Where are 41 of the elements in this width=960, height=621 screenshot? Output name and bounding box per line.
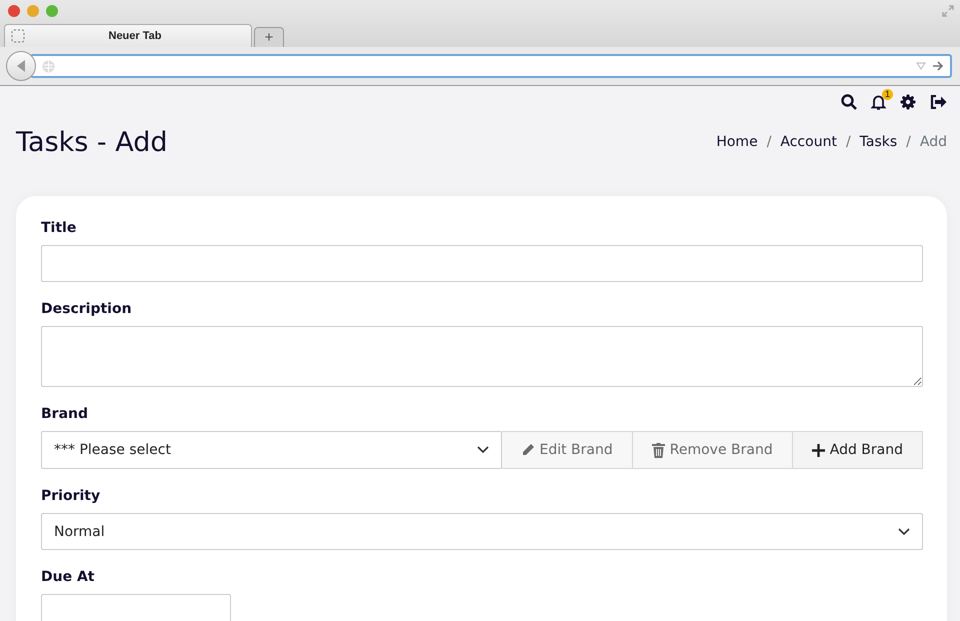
textarea-field[interactable] (41, 326, 923, 387)
breadcrumb-link[interactable]: Account (780, 134, 837, 150)
globe-icon (42, 60, 55, 72)
back-button[interactable] (6, 51, 36, 81)
dropdown-icon[interactable] (916, 62, 926, 70)
brand-action-button[interactable]: Add Brand (792, 431, 923, 469)
plus-icon (812, 444, 825, 456)
blank-page-icon (11, 29, 25, 43)
breadcrumb-separator: / (766, 134, 772, 150)
settings-icon[interactable] (900, 94, 916, 110)
page-title: Tasks - Add (16, 126, 168, 158)
field-label: Priority (41, 488, 102, 504)
select-field[interactable]: *** Please select (41, 431, 502, 469)
breadcrumb-link[interactable]: Tasks (860, 134, 898, 150)
text-input-field[interactable] (41, 245, 923, 282)
close-window-button[interactable] (8, 5, 20, 17)
browser-tab[interactable]: Neuer Tab (4, 24, 252, 47)
minimize-window-button[interactable] (27, 5, 39, 17)
bell-icon[interactable] (871, 94, 886, 110)
field-label: Due At (41, 569, 96, 585)
date-input-field[interactable] (41, 594, 231, 621)
breadcrumb-link[interactable]: Home (716, 134, 758, 150)
search-icon[interactable] (841, 94, 857, 110)
chevron-down-icon (476, 446, 488, 454)
field-label: Title (41, 220, 78, 236)
select-field[interactable]: Normal (41, 513, 923, 550)
go-arrow-icon[interactable] (932, 61, 944, 71)
fullscreen-icon[interactable] (942, 5, 954, 17)
field-label: Description (41, 301, 133, 317)
field-label: Brand (41, 406, 90, 422)
pencil-icon (520, 443, 534, 457)
breadcrumb-separator: / (846, 134, 851, 150)
zoom-window-button[interactable] (46, 5, 58, 17)
chevron-down-icon (898, 528, 910, 536)
address-field[interactable] (30, 54, 952, 78)
notification-badge: 1 (882, 89, 893, 100)
new-tab-button[interactable]: + (254, 27, 284, 47)
trash-icon (652, 442, 665, 458)
back-arrow-icon (15, 59, 27, 73)
logout-icon[interactable] (930, 95, 947, 109)
breadcrumb-separator: / (906, 134, 911, 150)
